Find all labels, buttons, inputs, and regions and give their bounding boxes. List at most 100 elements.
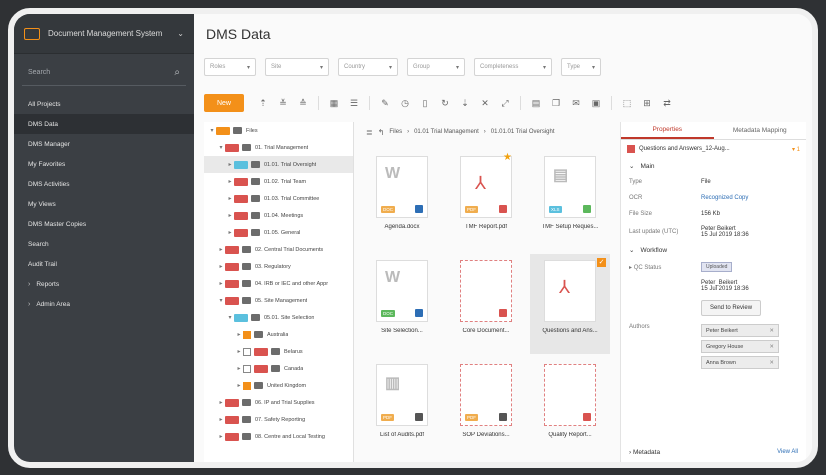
copy-icon[interactable]: ❐ (549, 96, 563, 110)
expand-right-icon[interactable]: ▸ (226, 229, 234, 236)
sidebar-item-audit-trail[interactable]: Audit Trail (14, 254, 194, 274)
versions-toggle[interactable]: ▾ 1 (792, 146, 800, 153)
expand-right-icon[interactable]: ▸ (217, 263, 225, 270)
remove-author-icon[interactable]: ✕ (769, 360, 774, 366)
sidebar-item-dms-master-copies[interactable]: DMS Master Copies (14, 214, 194, 234)
view-all-link[interactable]: View All (777, 449, 798, 456)
expand-right-icon[interactable]: ▸ (235, 365, 243, 372)
file-tile[interactable]: ▥ PDF List of Audits.pdf (362, 358, 442, 458)
list-view-icon[interactable]: ☰ (347, 96, 361, 110)
expand-right-icon[interactable]: ▸ (217, 246, 225, 253)
tree-node[interactable]: ▸ Canada (204, 360, 353, 377)
fullscreen-icon[interactable]: ⤢ (498, 96, 512, 110)
history-icon[interactable]: ◷ (398, 96, 412, 110)
up-arrow-icon[interactable]: ↰ (378, 128, 385, 137)
sidebar-item-dms-activities[interactable]: DMS Activities (14, 174, 194, 194)
tree-node[interactable]: ▾ 05.01. Site Selection (204, 309, 353, 326)
main-section-header[interactable]: ⌄ Main (621, 158, 806, 174)
expand-right-icon[interactable]: ▸ (235, 382, 243, 389)
tree-checkbox[interactable] (243, 364, 251, 373)
selection-checkbox[interactable]: ✓ (597, 258, 606, 267)
expand-down-icon[interactable]: ▾ (208, 127, 216, 134)
expand-right-icon[interactable]: ▸ (226, 161, 234, 168)
expand-right-icon[interactable]: ▸ (235, 348, 243, 355)
tree-node[interactable]: ▸ 01.01. Trial Oversight (204, 156, 353, 173)
filter-country[interactable]: Country ▾ (338, 58, 398, 76)
menu-icon[interactable]: ≣ (366, 128, 373, 137)
clipboard-icon[interactable]: ▤ (529, 96, 543, 110)
tree-node[interactable]: ▸ Australia (204, 326, 353, 343)
filter-completeness[interactable]: Completeness ▾ (474, 58, 552, 76)
favorite-star-icon[interactable]: ★ (503, 152, 512, 163)
image-icon[interactable]: ▣ (589, 96, 603, 110)
expand-right-icon[interactable]: ▸ (226, 195, 234, 202)
select-icon[interactable]: ⬚ (620, 96, 634, 110)
breadcrumb-item[interactable]: Files (389, 129, 402, 135)
breadcrumb-item[interactable]: 01.01.01 Trial Oversight (491, 129, 555, 135)
file-tile[interactable]: Core Document... (446, 254, 526, 354)
filter-site[interactable]: Site ▾ (265, 58, 329, 76)
chevron-down-icon[interactable]: ⌄ (177, 29, 184, 38)
tree-node[interactable]: ▸ 01.04. Meetings (204, 207, 353, 224)
sidebar-item-reports[interactable]: › Reports (14, 274, 194, 294)
collapse-icon[interactable]: ≚ (276, 96, 290, 110)
filter-type[interactable]: Type ▾ (561, 58, 601, 76)
tree-node[interactable]: ▾ 01. Trial Management (204, 139, 353, 156)
expand-icon[interactable]: ≙ (296, 96, 310, 110)
tree-node[interactable]: ▸ 02. Central Trial Documents (204, 241, 353, 258)
expand-down-icon[interactable]: ▾ (217, 297, 225, 304)
filter-roles[interactable]: Roles ▾ (204, 58, 256, 76)
search-icon[interactable]: ⌕ (174, 67, 180, 78)
expand-right-icon[interactable]: ▸ (217, 433, 225, 440)
sidebar-item-dms-manager[interactable]: DMS Manager (14, 134, 194, 154)
tree-node[interactable]: ▸ Belarus (204, 343, 353, 360)
tree-node[interactable]: ▸ 01.03. Trial Committee (204, 190, 353, 207)
expand-down-icon[interactable]: ▾ (217, 144, 225, 151)
tree-node[interactable]: ▸ 01.05. General (204, 224, 353, 241)
file-tile[interactable]: W DOC Site Selection... (362, 254, 442, 354)
file-tile[interactable]: ▤ XLS TMF Setup Reques... (530, 150, 610, 250)
tree-node[interactable]: ▸ United Kingdom (204, 377, 353, 394)
tree-node[interactable]: ▸ 06. IP and Trial Supplies (204, 394, 353, 411)
download-icon[interactable]: ⇣ (458, 96, 472, 110)
sidebar-search[interactable]: Search ⌕ (22, 60, 186, 86)
expand-right-icon[interactable]: ▸ (235, 331, 243, 338)
file-tile[interactable]: W DOC Agenda.docx (362, 150, 442, 250)
refresh-icon[interactable]: ↻ (438, 96, 452, 110)
tree-node[interactable]: ▸ 04. IRB or IEC and other Appr (204, 275, 353, 292)
expand-right-icon[interactable]: ▸ (226, 178, 234, 185)
expand-right-icon[interactable]: ▸ (217, 280, 225, 287)
sidebar-item-all-projects[interactable]: All Projects (14, 94, 194, 114)
tree-checkbox[interactable] (243, 347, 251, 356)
new-button[interactable]: New (204, 94, 244, 112)
property-value[interactable]: Recognized Copy (701, 195, 798, 201)
mail-icon[interactable]: ✉ (569, 96, 583, 110)
move-icon[interactable]: ⇄ (660, 96, 674, 110)
expand-down-icon[interactable]: ▾ (226, 314, 234, 321)
remove-author-icon[interactable]: ✕ (769, 328, 774, 334)
file-tile[interactable]: Quality Report... (530, 358, 610, 458)
workflow-section-header[interactable]: ⌄ Workflow (621, 242, 806, 258)
tree-node[interactable]: ▸ 07. Safety Reporting (204, 411, 353, 428)
expand-right-icon[interactable]: ▸ (226, 212, 234, 219)
table-icon[interactable]: ⊞ (640, 96, 654, 110)
tab-properties[interactable]: Properties (621, 122, 714, 139)
sidebar-item-search[interactable]: Search (14, 234, 194, 254)
file-tile[interactable]: ⅄ ✓ Questions and Ans... (530, 254, 610, 354)
delete-icon[interactable]: ✕ (478, 96, 492, 110)
grid-view-icon[interactable]: ▦ (327, 96, 341, 110)
send-to-review-button[interactable]: Send to Review (701, 300, 762, 316)
file-tile[interactable]: ⅄ PDF ★ TMF Report.pdf (446, 150, 526, 250)
tree-node[interactable]: ▸ 01.02. Trial Team (204, 173, 353, 190)
file-tile[interactable]: PDF SOP Deviations... (446, 358, 526, 458)
sidebar-item-dms-data[interactable]: DMS Data (14, 114, 194, 134)
tree-node[interactable]: ▾ 05. Site Management (204, 292, 353, 309)
sidebar-item-my-views[interactable]: My Views (14, 194, 194, 214)
upload-icon[interactable]: ⇡ (256, 96, 270, 110)
edit-icon[interactable]: ✎ (378, 96, 392, 110)
sidebar-item-admin-area[interactable]: › Admin Area (14, 294, 194, 314)
sidebar-item-my-favorites[interactable]: My Favorites (14, 154, 194, 174)
tree-node[interactable]: ▸ 08. Centre and Local Testing (204, 428, 353, 445)
tree-checkbox[interactable] (243, 381, 251, 390)
breadcrumb-item[interactable]: 01.01 Trial Management (414, 129, 479, 135)
